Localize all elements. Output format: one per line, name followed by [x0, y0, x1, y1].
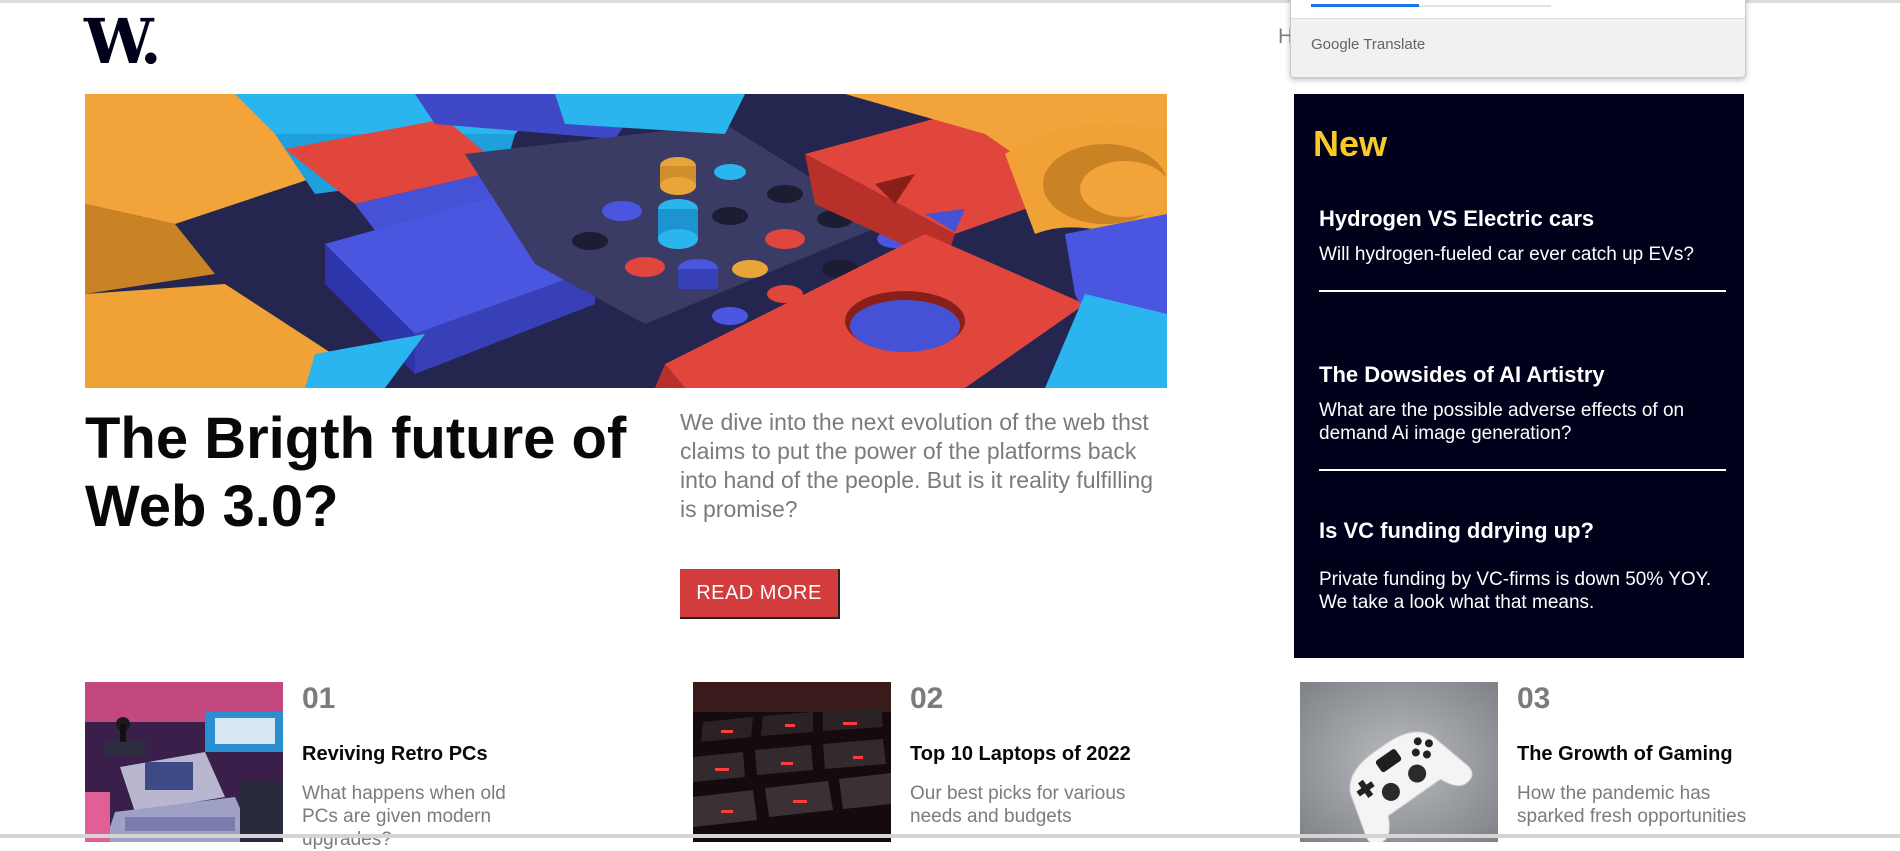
- card-title[interactable]: Reviving Retro PCs: [302, 742, 542, 766]
- game-controller-image: [1300, 682, 1498, 842]
- new-articles-panel: New Hydrogen VS Electric cars Will hydro…: [1294, 94, 1744, 658]
- new-item-title[interactable]: Hydrogen VS Electric cars: [1319, 206, 1729, 232]
- card-text: Our best picks for various needs and bud…: [910, 783, 1126, 827]
- new-item-divider: [1319, 469, 1726, 471]
- new-item-divider: [1319, 290, 1726, 292]
- google-translate-brand[interactable]: Google Translate: [1311, 36, 1425, 53]
- card-title[interactable]: The Growth of Gaming: [1517, 742, 1757, 766]
- hero-blocks-illustration: [85, 94, 1167, 388]
- new-item-title[interactable]: The Dowsides of AI Artistry: [1319, 362, 1729, 388]
- card-text: What happens when old PCs are given mode…: [302, 783, 506, 850]
- card-text: How the pandemic has sparked fresh oppor…: [1517, 783, 1747, 827]
- new-item-text: Private funding by VC-firms is down 50% …: [1319, 569, 1712, 613]
- new-item-text: Will hydrogen-fueled car ever catch up E…: [1319, 244, 1694, 265]
- hero-title[interactable]: The Brigth future of Web 3.0?: [85, 405, 645, 541]
- translate-popup-footer: Google Translate: [1291, 18, 1745, 77]
- new-item-title[interactable]: Is VC funding ddrying up?: [1319, 518, 1729, 544]
- hero-image: [85, 94, 1167, 388]
- card-thumbnail-retro-pc[interactable]: [85, 682, 283, 842]
- card-number: 01: [302, 682, 336, 715]
- translate-active-tab-indicator[interactable]: [1311, 4, 1419, 7]
- retro-pc-image: [85, 682, 283, 842]
- card-title[interactable]: Top 10 Laptops of 2022: [910, 742, 1150, 766]
- hero-description: We dive into the next evolution of the w…: [680, 409, 1154, 522]
- card-number: 03: [1517, 682, 1551, 715]
- card-thumbnail-game-controller[interactable]: [1300, 682, 1498, 842]
- new-panel-heading: New: [1313, 123, 1388, 164]
- viewport-bottom-edge: [0, 834, 1900, 838]
- card-number: 02: [910, 682, 944, 715]
- google-translate-popup: Google Translate: [1290, 0, 1746, 78]
- card-thumbnail-laptop-keyboard[interactable]: [693, 682, 891, 842]
- site-logo[interactable]: W.: [84, 6, 162, 78]
- keyboard-image: [693, 682, 891, 842]
- read-more-button[interactable]: READ MORE: [680, 569, 840, 619]
- new-item-text: What are the possible adverse effects of…: [1319, 400, 1685, 444]
